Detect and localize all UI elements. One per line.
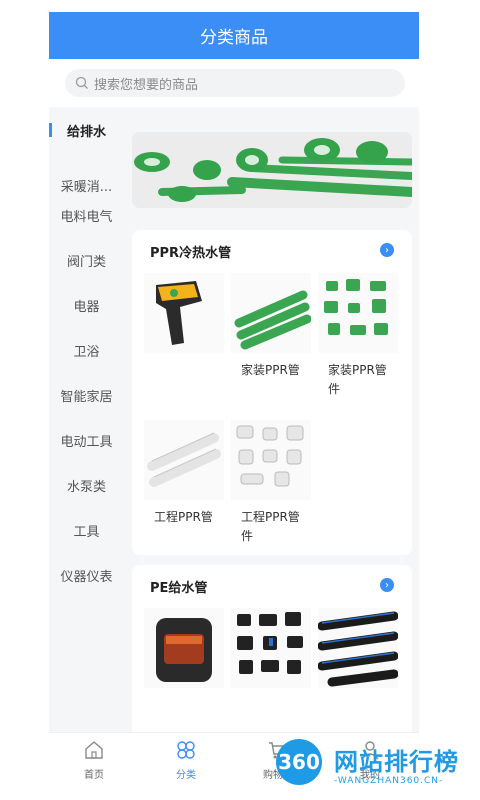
green-fittings-image [318,273,398,353]
green-pipes-banner-image [132,132,412,208]
watermark-logo: 360 网站排行榜 -WANGZHAN360.CN- [276,736,476,796]
category-banner[interactable] [132,132,412,208]
sidebar-item-appliances[interactable]: 电器 [49,290,124,320]
black-fittings-image [231,608,311,688]
product-tile[interactable] [144,608,224,692]
sidebar-item-instruments[interactable]: 仪器仪表 [49,560,124,590]
watermark-subtitle: -WANGZHAN360.CN- [334,776,444,786]
green-pipes-image [231,273,312,353]
search-input[interactable]: 搜索您想要的商品 [65,69,405,97]
chevron-right-icon[interactable]: › [380,243,394,257]
search-bar: 搜索您想要的商品 [49,59,419,107]
black-pipes-image [317,608,399,688]
product-tile[interactable] [231,608,311,692]
chevron-right-icon[interactable]: › [380,578,394,592]
sidebar-item-tools[interactable]: 工具 [49,515,124,545]
page-title: 分类商品 [200,28,268,48]
sidebar-item-electrical[interactable]: 电料电气 [49,200,124,230]
product-tile[interactable]: 家装PPR管件 [318,273,398,399]
category-sidebar: 给排水 采暖消... 电料电气 阀门类 电器 卫浴 智能家居 电动工具 水泵类 … [49,107,124,732]
section-card-ppr: PPR冷热水管 › 家装PPR管 家装PPR管件 工程PPR管 工程PPR管件 [132,230,412,555]
app-screen: 分类商品 搜索您想要的商品 给排水 采暖消... 电料电气 阀门类 电器 卫浴 … [49,12,419,800]
product-tile[interactable]: 工程PPR管件 [231,420,311,546]
sidebar-item-water[interactable]: 给排水 [49,115,124,145]
sidebar-item-valves[interactable]: 阀门类 [49,245,124,275]
sidebar-item-powertools[interactable]: 电动工具 [49,425,124,455]
category-content: PPR冷热水管 › 家装PPR管 家装PPR管件 工程PPR管 工程PPR管件 … [132,107,412,732]
infrared-thermometer-image [144,273,224,353]
search-placeholder: 搜索您想要的商品 [94,77,199,93]
search-icon [75,76,88,89]
tab-home[interactable]: 首页 [59,739,129,781]
product-tile[interactable] [144,273,224,361]
sidebar-item-heating[interactable]: 采暖消... [49,170,124,200]
section-title-pe: PE给水管 [150,581,208,596]
sidebar-item-smarthome[interactable]: 智能家居 [49,380,124,410]
tab-category[interactable]: 分类 [151,739,221,781]
white-fittings-image [231,420,311,500]
category-icon [177,741,195,759]
sidebar-item-bathroom[interactable]: 卫浴 [49,335,124,365]
product-tile[interactable]: 工程PPR管 [144,420,224,527]
air-fryer-image [144,608,224,688]
product-tile[interactable]: 家装PPR管 [231,273,312,380]
watermark-badge: 360 [276,739,322,785]
home-icon [85,741,103,759]
section-card-pe: PE给水管 › [132,565,412,732]
product-tile[interactable] [317,608,399,692]
watermark-title: 网站排行榜 [334,748,459,776]
sidebar-item-pumps[interactable]: 水泵类 [49,470,124,500]
white-pipes-image [144,420,224,500]
page-header: 分类商品 [49,12,419,59]
section-title-ppr: PPR冷热水管 [150,246,232,261]
